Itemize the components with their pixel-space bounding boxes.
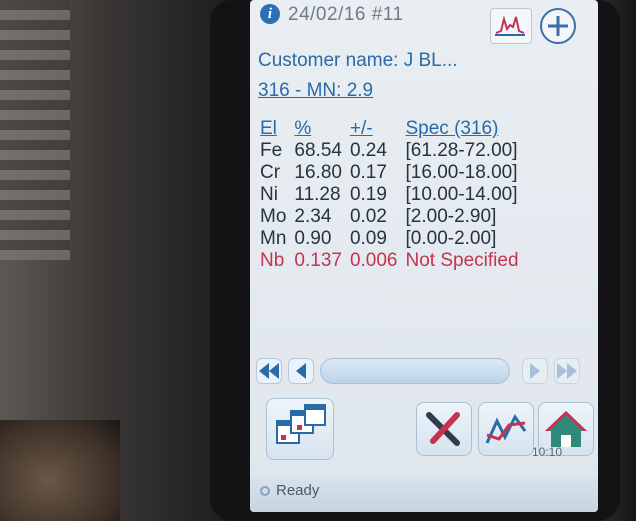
status-text: Ready [276,482,320,499]
next-button[interactable] [522,358,548,384]
results-header-row: El % +/- Spec (316) [256,118,523,140]
spec-cell: [10.00-14.00] [405,184,518,205]
last-button[interactable] [554,358,580,384]
percent-cell: 0.90 [294,228,332,249]
spec-cell: [0.00-2.00] [405,228,497,249]
plus-icon [548,16,568,36]
results-table: El % +/- Spec (316) Fe 68.54 0.24 [61.28… [256,118,523,272]
spec-cell: [2.00-2.90] [405,206,497,227]
error-cell: 0.09 [349,228,387,249]
error-cell: 0.19 [349,184,387,205]
spec-cell: Not Specified [405,250,519,271]
percent-cell: 68.54 [294,140,342,161]
double-left-arrow-icon [259,363,279,379]
header-row: i 24/02/16 #11 [258,0,588,44]
percent-cell: 2.34 [294,206,332,227]
spec-cell: [16.00-18.00] [405,162,518,183]
table-row: Fe 68.54 0.24 [61.28-72.00] [256,140,523,162]
left-arrow-icon [296,363,306,379]
header-error[interactable]: +/- [346,118,402,140]
table-row: Ni 11.28 0.19 [10.00-14.00] [256,184,523,206]
chart-button[interactable] [490,8,532,44]
background-grille [0,0,70,260]
layout-button[interactable] [266,398,334,460]
error-cell: 0.24 [349,140,387,161]
percent-cell: 16.80 [294,162,342,183]
first-button[interactable] [256,358,282,384]
header-spec[interactable]: Spec (316) [402,118,523,140]
tools-icon [426,412,460,446]
error-cell: 0.02 [349,206,387,227]
background-hand [0,420,120,521]
right-arrow-icon [530,363,540,379]
spec-cell: [61.28-72.00] [405,140,518,161]
navigation-bar [256,330,588,390]
tools-button[interactable] [416,402,472,456]
percent-cell: 0.137 [294,250,342,271]
error-cell: 0.17 [349,162,387,183]
header-element[interactable]: El [256,118,290,140]
element-cell: Fe [260,140,283,161]
table-row: Mo 2.34 0.02 [2.00-2.90] [256,206,523,228]
error-cell: 0.006 [349,250,398,271]
double-right-arrow-icon [557,363,577,379]
customer-name: Customer name: J BL... [258,50,458,71]
element-cell: Nb [260,250,285,271]
grade-link[interactable]: 316 - MN: 2.9 [258,80,373,102]
result-scroller[interactable] [320,358,510,384]
analyzer-screen: i 24/02/16 #11 Customer name: J BL... 31… [250,0,598,512]
previous-button[interactable] [288,358,314,384]
trend-icon [485,414,527,444]
percent-cell: 11.28 [294,184,341,205]
multi-window-icon [276,404,326,444]
table-row-not-specified: Nb 0.137 0.006 Not Specified [256,250,523,272]
trends-button[interactable] [478,402,534,456]
header-percent[interactable]: % [290,118,346,140]
clock: 10:10 [532,445,563,459]
element-cell: Cr [260,162,281,183]
spectrum-chart-icon [495,15,525,36]
table-row: Mn 0.90 0.09 [0.00-2.00] [256,228,523,250]
element-cell: Mn [260,228,287,249]
status-indicator-icon [260,486,270,496]
table-row: Cr 16.80 0.17 [16.00-18.00] [256,162,523,184]
element-cell: Mo [260,206,287,227]
status-bar: Ready [250,476,598,512]
test-info: 24/02/16 #11 [288,4,404,25]
element-cell: Ni [260,184,278,205]
info-icon[interactable]: i [260,4,280,24]
add-button[interactable] [540,8,576,44]
